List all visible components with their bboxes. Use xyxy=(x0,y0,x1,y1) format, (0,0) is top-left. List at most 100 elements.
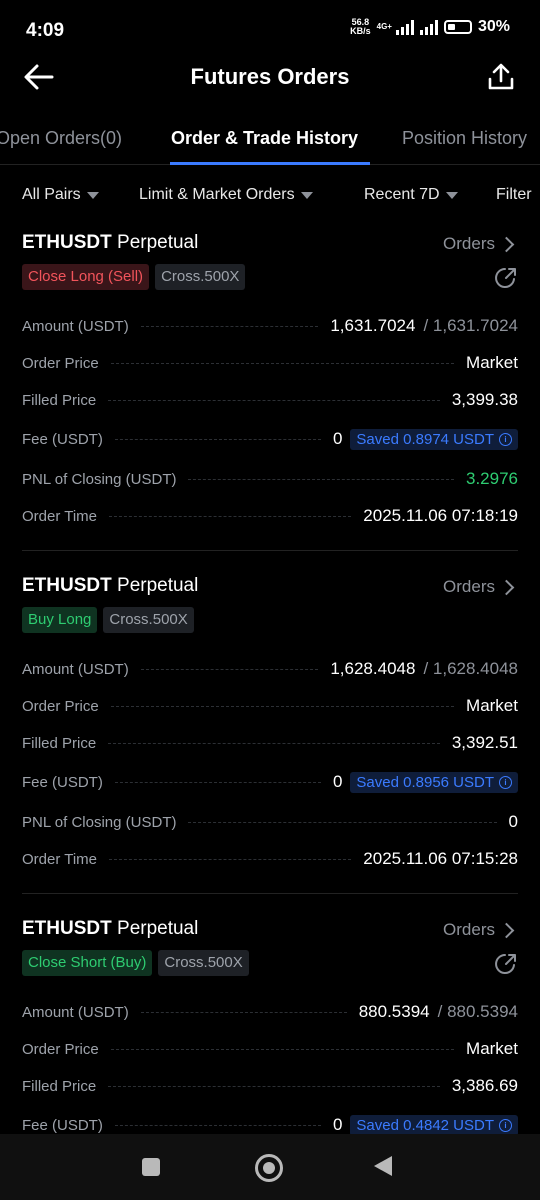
orders-link[interactable]: Orders xyxy=(443,577,515,597)
amount-value: 1,628.4048/ 1,628.4048 xyxy=(330,659,518,679)
amount-row: Amount (USDT) 1,631.7024/ 1,631.7024 xyxy=(22,314,518,338)
fee-label: Fee (USDT) xyxy=(22,430,103,448)
fee-label: Fee (USDT) xyxy=(22,773,103,791)
tab-bar: Open Orders(0) Order & Trade History Pos… xyxy=(0,116,540,165)
info-icon: i xyxy=(499,1118,512,1132)
pnl-value: 0 xyxy=(508,812,518,831)
order-time-row: Order Time 2025.11.06 07:18:19 xyxy=(22,504,518,528)
pnl-label: PNL of Closing (USDT) xyxy=(22,470,177,488)
order-time-value: 2025.11.06 07:18:19 xyxy=(363,506,518,525)
filled-price-value: 3,392.51 xyxy=(451,733,518,752)
orders-link[interactable]: Orders xyxy=(443,234,515,254)
fee-value: 0 Saved 0.4842 USDT i xyxy=(332,1114,518,1136)
order-title: ETHUSDT Perpetual xyxy=(22,918,198,940)
margin-badge: Cross.500X xyxy=(158,950,249,976)
order-badges: Close Short (Buy) Cross.500X xyxy=(22,950,249,976)
filled-price-row: Filled Price 3,386.69 xyxy=(22,1074,518,1098)
filter-order-type[interactable]: Limit & Market Orders xyxy=(139,186,313,204)
info-icon: i xyxy=(499,775,512,789)
orders-link[interactable]: Orders xyxy=(443,920,515,940)
tab-position-history[interactable]: Position History xyxy=(402,128,527,149)
side-badge: Close Short (Buy) xyxy=(22,950,153,976)
amount-separator: / xyxy=(423,659,429,678)
recent-apps-icon[interactable] xyxy=(142,1158,160,1176)
filter-period-label: Recent 7D xyxy=(364,186,440,203)
tab-open-orders[interactable]: Open Orders(0) xyxy=(0,128,122,149)
card-divider xyxy=(22,893,518,894)
signal-icon-2 xyxy=(419,19,438,35)
fee-saved-badge[interactable]: Saved 0.8956 USDT i xyxy=(350,771,518,793)
battery-percent: 30% xyxy=(477,18,510,35)
back-triangle-icon[interactable] xyxy=(374,1156,392,1176)
amount-total: / 1,631.7024 xyxy=(423,316,518,336)
order-price-label: Order Price xyxy=(22,1040,99,1058)
fee-saved-badge[interactable]: Saved 0.8974 USDT i xyxy=(350,428,518,450)
order-badges: Buy Long Cross.500X xyxy=(22,607,194,633)
fee-value: 0 Saved 0.8974 USDT i xyxy=(333,428,518,450)
fee-row: Fee (USDT) 0 Saved 0.8956 USDT i xyxy=(22,770,518,794)
amount-value: 1,631.7024/ 1,631.7024 xyxy=(330,316,518,336)
fee-saved-badge[interactable]: Saved 0.4842 USDT i xyxy=(350,1114,518,1136)
order-time-row: Order Time 2025.11.06 07:15:28 xyxy=(22,847,518,871)
order-price-value: Market xyxy=(466,696,518,715)
filter-period[interactable]: Recent 7D xyxy=(364,186,458,204)
amount-label: Amount (USDT) xyxy=(22,1003,129,1021)
caret-down-icon xyxy=(86,191,99,199)
margin-badge: Cross.500X xyxy=(155,264,246,290)
order-symbol: ETHUSDT xyxy=(22,232,112,253)
fee-label: Fee (USDT) xyxy=(22,1116,103,1134)
order-price-label: Order Price xyxy=(22,697,99,715)
fee-amount: 0 xyxy=(332,772,343,791)
filled-price-value: 3,386.69 xyxy=(451,1076,518,1095)
system-nav-bar xyxy=(0,1134,540,1200)
pnl-label: PNL of Closing (USDT) xyxy=(22,813,177,831)
filter-button-label: Filter xyxy=(496,186,532,203)
order-price-row: Order Price Market xyxy=(22,1037,518,1061)
caret-down-icon xyxy=(445,191,458,199)
amount-label: Amount (USDT) xyxy=(22,660,129,678)
share-icon[interactable] xyxy=(486,62,516,92)
fee-amount: 0 xyxy=(332,1115,343,1134)
network-type: 4G+ xyxy=(376,22,392,31)
tab-order-trade-history[interactable]: Order & Trade History xyxy=(171,128,358,149)
page-title: Futures Orders xyxy=(190,64,350,89)
order-badges: Close Long (Sell) Cross.500X xyxy=(22,264,246,290)
app-header: Futures Orders xyxy=(0,52,540,104)
order-kind: Perpetual xyxy=(117,575,199,596)
order-symbol: ETHUSDT xyxy=(22,575,112,596)
share-position-icon[interactable] xyxy=(494,266,518,290)
order-kind: Perpetual xyxy=(117,232,199,253)
network-speed: 56.8 KB/s xyxy=(350,18,371,36)
caret-down-icon xyxy=(300,191,313,199)
order-time-label: Order Time xyxy=(22,850,98,868)
status-time: 4:09 xyxy=(26,20,65,41)
order-time-label: Order Time xyxy=(22,507,98,525)
fee-value: 0 Saved 0.8956 USDT i xyxy=(332,771,518,793)
order-title: ETHUSDT Perpetual xyxy=(22,232,198,254)
chevron-right-icon xyxy=(498,579,515,596)
filter-button[interactable]: Filter xyxy=(496,186,532,204)
amount-total: / 1,628.4048 xyxy=(423,659,518,679)
order-time-value: 2025.11.06 07:15:28 xyxy=(363,849,518,868)
card-divider xyxy=(22,550,518,551)
filter-pairs-label: All Pairs xyxy=(22,186,81,203)
filled-price-label: Filled Price xyxy=(22,391,97,409)
home-icon[interactable] xyxy=(255,1154,283,1182)
pnl-row: PNL of Closing (USDT) 0 xyxy=(22,810,518,834)
order-price-row: Order Price Market xyxy=(22,351,518,375)
amount-total-value: 880.5394 xyxy=(447,1002,518,1021)
orders-link-label: Orders xyxy=(443,577,495,596)
share-position-icon[interactable] xyxy=(494,952,518,976)
amount-filled: 880.5394 xyxy=(358,1002,430,1021)
fee-saved-text: Saved 0.8956 USDT xyxy=(356,773,494,791)
filter-pairs[interactable]: All Pairs xyxy=(22,186,99,204)
amount-value: 880.5394/ 880.5394 xyxy=(359,1002,518,1022)
active-tab-indicator xyxy=(170,162,370,165)
order-price-value: Market xyxy=(466,1039,518,1058)
chevron-right-icon xyxy=(498,236,515,253)
filled-price-value: 3,399.38 xyxy=(451,390,518,409)
fee-row: Fee (USDT) 0 Saved 0.8974 USDT i xyxy=(22,427,518,451)
amount-total-value: 1,628.4048 xyxy=(432,659,518,678)
filled-price-row: Filled Price 3,392.51 xyxy=(22,731,518,755)
amount-label: Amount (USDT) xyxy=(22,317,129,335)
